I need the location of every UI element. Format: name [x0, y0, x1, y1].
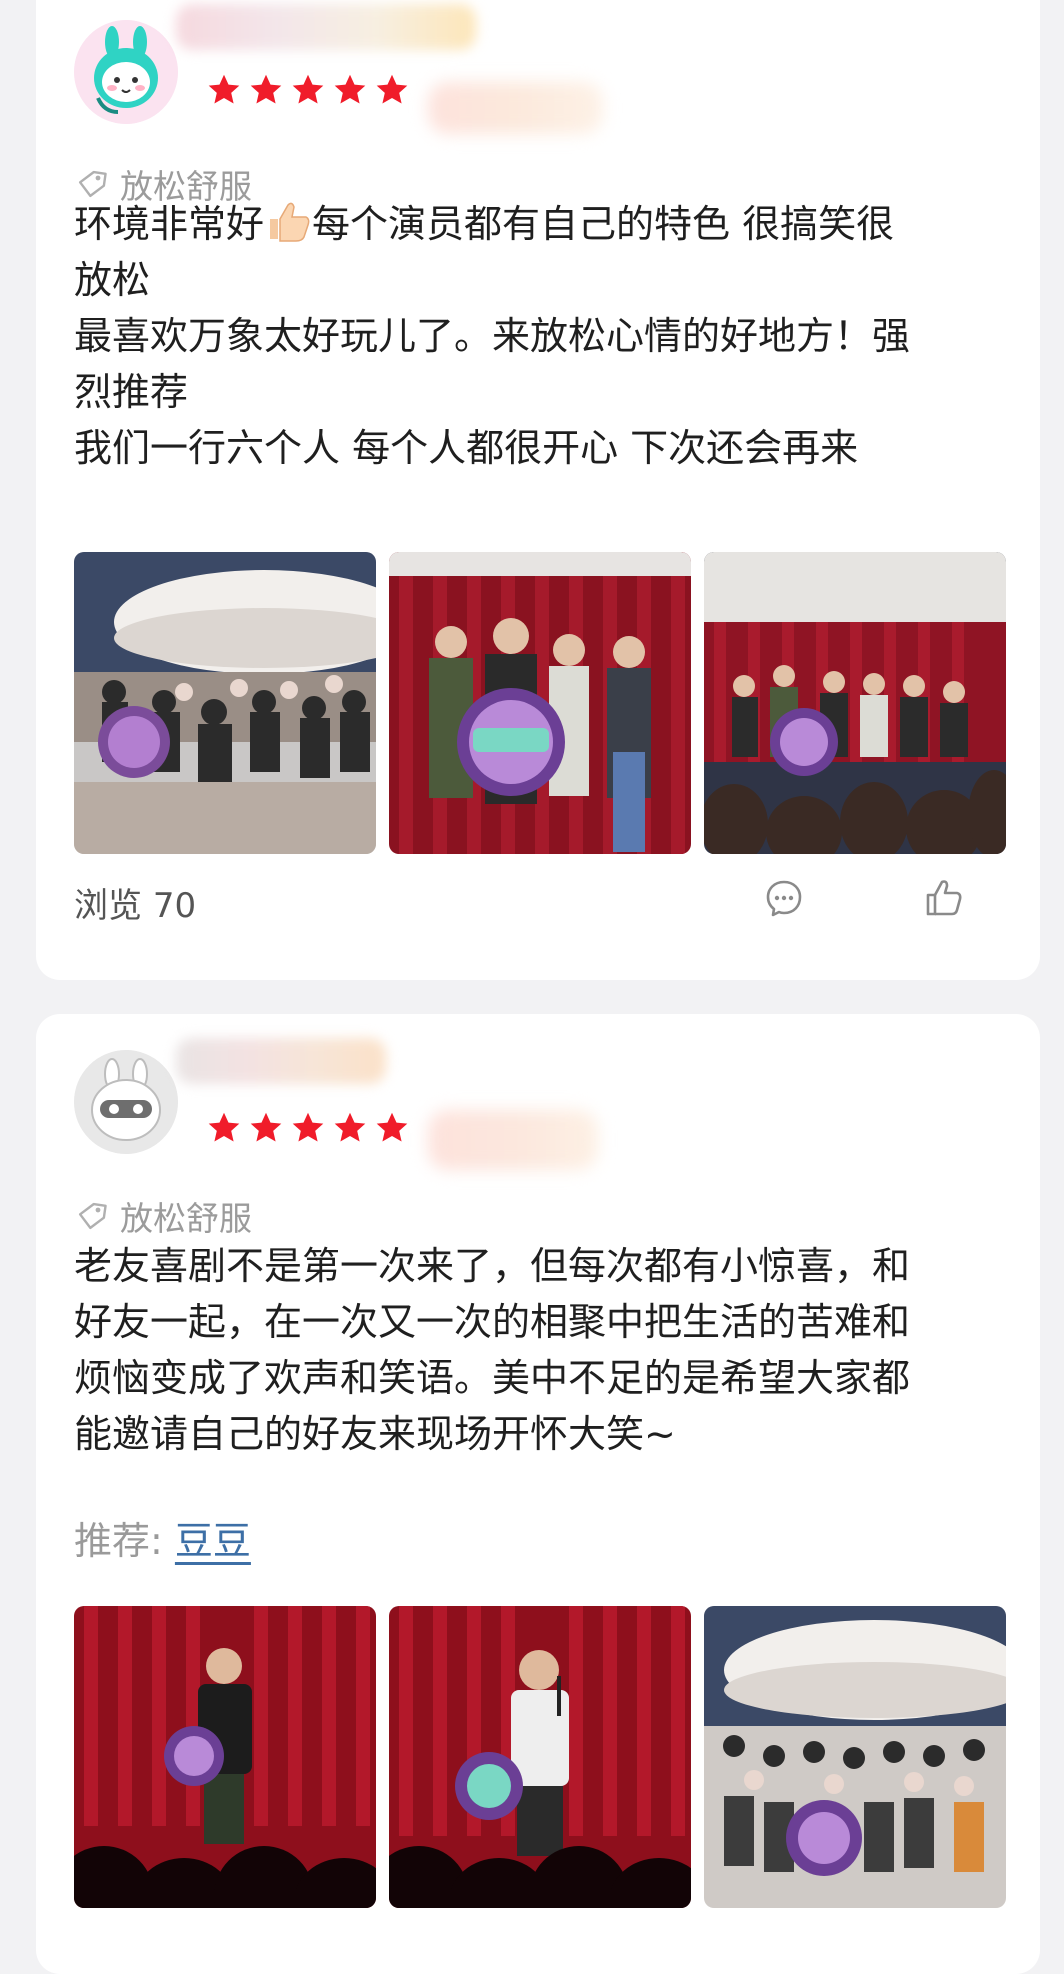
review-photo[interactable]: [74, 552, 376, 854]
star-icon: [206, 1110, 242, 1146]
star-icon: [248, 72, 284, 108]
star-icon: [374, 1110, 410, 1146]
review-text: 老友喜剧不是第一次来了，但每次都有小惊喜，和 好友一起，在一次又一次的相聚中把生…: [74, 1238, 1014, 1462]
tag-icon: [78, 1202, 107, 1230]
review-photo[interactable]: [74, 1606, 376, 1908]
review-photo[interactable]: [389, 552, 691, 854]
review-line: 环境非常好 每个演员都有自己的特色 很搞笑很: [74, 196, 1014, 252]
comment-icon[interactable]: [764, 878, 804, 918]
thumbs-up-emoji-icon: [270, 202, 310, 242]
star-icon: [290, 72, 326, 108]
view-count: 浏览 70: [74, 886, 197, 926]
star-icon: [290, 1110, 326, 1146]
recommend-link[interactable]: 豆豆: [175, 1519, 251, 1563]
username-blurred: [176, 1038, 386, 1084]
user-avatar[interactable]: [74, 1050, 178, 1154]
bunny-avatar-icon: [74, 20, 178, 124]
tag-label: 放松舒服: [120, 1199, 252, 1238]
star-icon: [332, 72, 368, 108]
star-icon: [248, 1110, 284, 1146]
review-photos: [74, 1606, 1006, 1908]
recommend-label: 推荐:: [74, 1519, 163, 1563]
default-avatar-icon: [74, 1050, 178, 1154]
review-line: 我们一行六个人 每个人都很开心 下次还会再来: [74, 426, 859, 470]
stage-with-crowd-photo: [704, 552, 1006, 854]
review-date-blurred: [428, 82, 603, 134]
review-line: 烈推荐: [74, 370, 189, 414]
review-photo[interactable]: [704, 552, 1006, 854]
rating-stars: [206, 1110, 410, 1146]
star-icon: [206, 72, 242, 108]
star-icon: [332, 1110, 368, 1146]
review-date-blurred: [428, 1110, 598, 1170]
review-tag: 放松舒服: [74, 1192, 252, 1240]
review-photos: [74, 552, 1006, 854]
comedian-with-mic-photo: [389, 1606, 691, 1908]
group-on-stage-photo: [389, 552, 691, 854]
user-avatar[interactable]: [74, 20, 178, 124]
rating-stars: [206, 72, 410, 108]
comedian-on-stage-photo: [74, 1606, 376, 1908]
star-icon: [374, 72, 410, 108]
review-line: 好友一起，在一次又一次的相聚中把生活的苦难和: [74, 1300, 911, 1344]
review-line: 能邀请自己的好友来现场开怀大笑~: [74, 1412, 676, 1456]
review-photo[interactable]: [389, 1606, 691, 1908]
review-line: 最喜欢万象太好玩儿了。来放松心情的好地方！强: [74, 314, 911, 358]
review-line: 老友喜剧不是第一次来了，但每次都有小惊喜，和: [74, 1244, 911, 1288]
audience-photo: [74, 552, 376, 854]
recommend-row: 推荐: 豆豆: [74, 1510, 251, 1565]
review-photo[interactable]: [704, 1606, 1006, 1908]
audience-hall-photo: [704, 1606, 1006, 1908]
review-line: 放松: [74, 258, 151, 302]
review-card: 放松舒服 老友喜剧不是第一次来了，但每次都有小惊喜，和 好友一起，在一次又一次的…: [36, 1014, 1040, 1974]
review-line: 烦恼变成了欢声和笑语。美中不足的是希望大家都: [74, 1356, 911, 1400]
review-card: 放松舒服 环境非常好 每个演员都有自己的特色 很搞笑很 放松 最喜欢万象太好玩儿…: [36, 0, 1040, 980]
like-icon[interactable]: [924, 878, 964, 918]
review-text: 环境非常好 每个演员都有自己的特色 很搞笑很 放松 最喜欢万象太好玩儿了。来放松…: [74, 196, 1014, 476]
username-blurred: [176, 4, 476, 50]
